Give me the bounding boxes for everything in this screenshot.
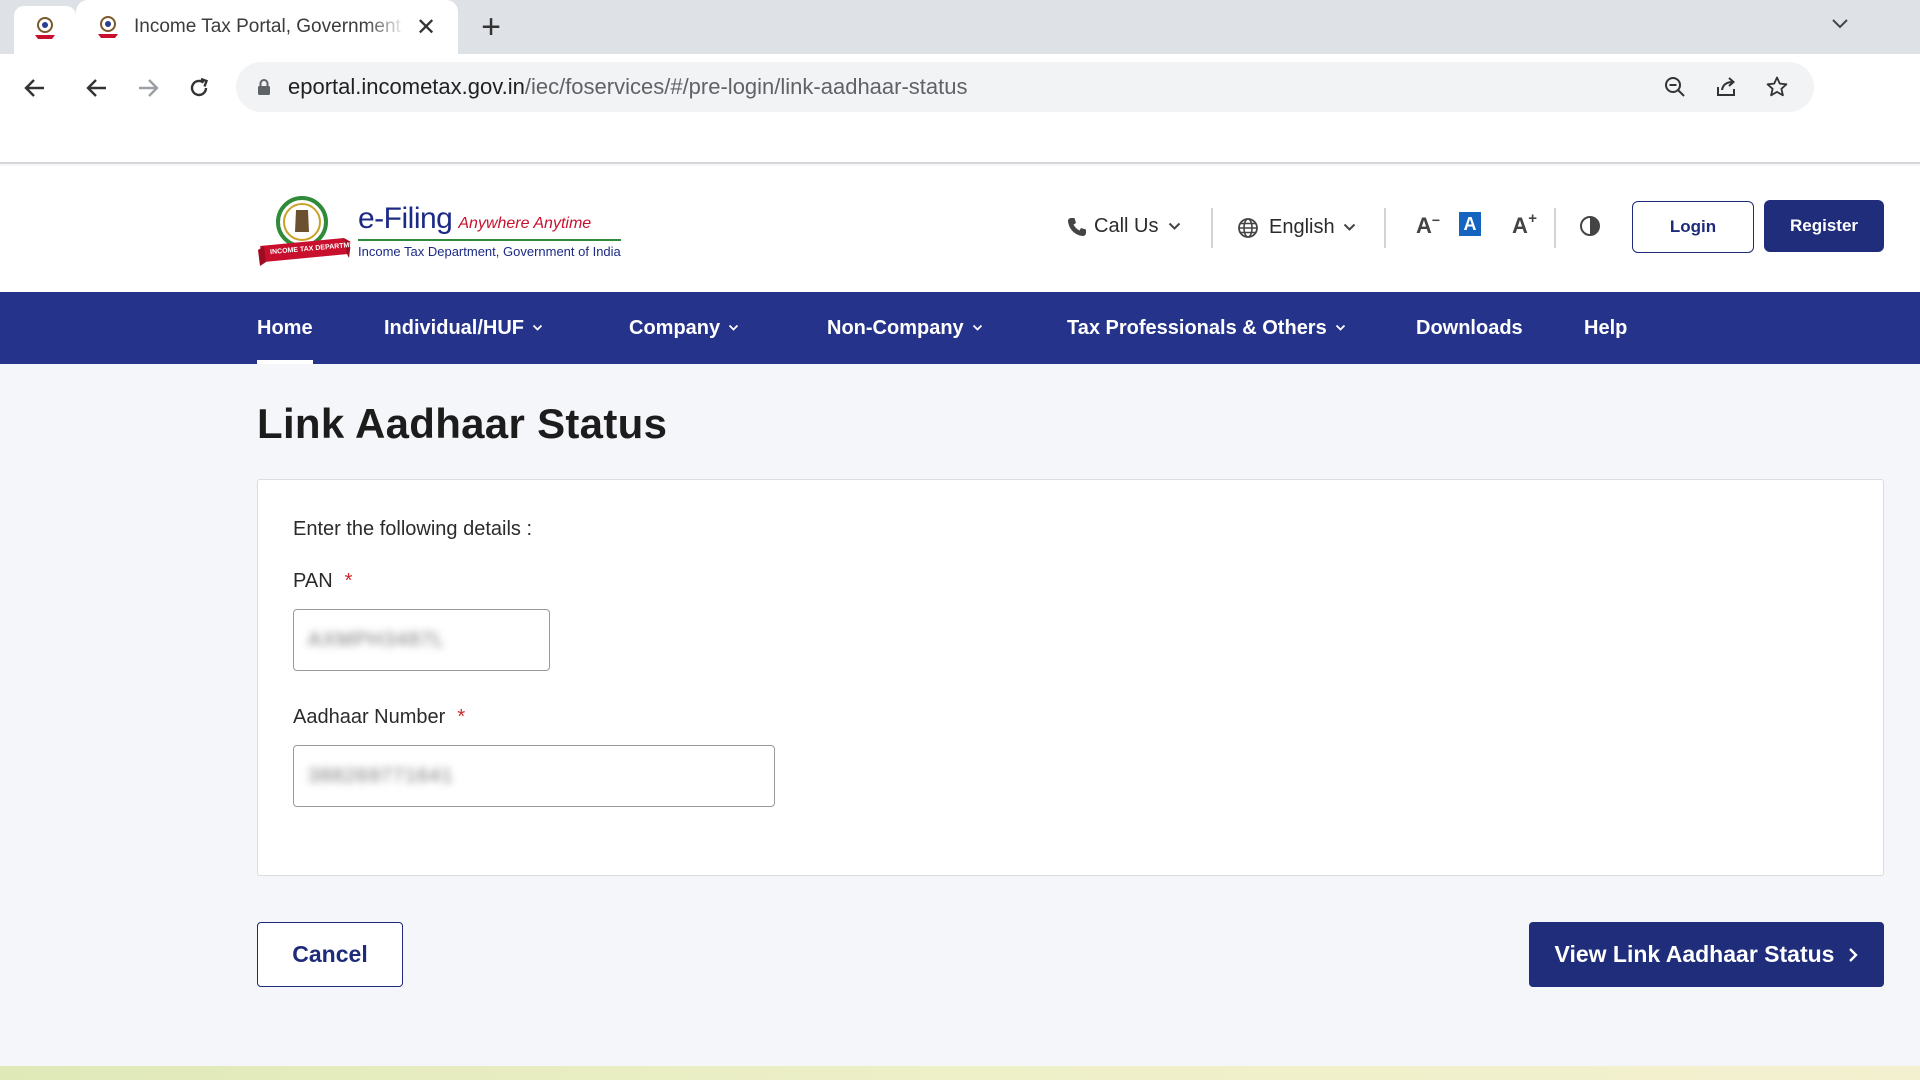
minus-icon: −: [1431, 212, 1440, 228]
header-divider: [1384, 208, 1386, 248]
pan-label: PAN *: [293, 570, 352, 593]
lock-icon[interactable]: [254, 76, 274, 98]
chevron-down-icon: [1343, 223, 1356, 232]
footer-strip: [0, 1066, 1920, 1080]
brand-text: e-Filing Anywhere Anytime Income Tax Dep…: [358, 202, 621, 259]
brand-title-row: e-Filing Anywhere Anytime: [358, 202, 621, 241]
pan-value: AXMPH3487L: [308, 628, 445, 651]
plus-icon: +: [1528, 210, 1537, 227]
font-increase-button[interactable]: A +: [1505, 210, 1537, 240]
nav-help-label: Help: [1584, 316, 1628, 339]
url-host: eportal.incometax.gov.in: [288, 74, 525, 99]
details-card: Enter the following details : PAN * AXMPH…: [257, 479, 1884, 876]
language-dropdown[interactable]: English: [1237, 216, 1356, 239]
brand-name: e-Filing: [358, 202, 453, 235]
font-decrease-button[interactable]: A −: [1410, 212, 1440, 240]
globe-icon: [1237, 217, 1259, 239]
pan-label-text: PAN: [293, 570, 333, 592]
nav-home-label: Home: [257, 316, 313, 339]
nav-company[interactable]: Company: [629, 292, 740, 364]
forward-button[interactable]: [126, 66, 170, 110]
url-path: /iec/foservices/#/pre-login/link-aadhaar…: [524, 74, 968, 99]
nav-non-company[interactable]: Non-Company: [827, 292, 984, 364]
view-link-aadhaar-status-button[interactable]: View Link Aadhaar Status: [1529, 922, 1884, 987]
close-tab-icon[interactable]: ✕: [412, 13, 440, 41]
tab-title: Income Tax Portal, Government of India: [134, 16, 406, 37]
bookmark-star-icon[interactable]: [1762, 72, 1792, 102]
contrast-icon: [1579, 215, 1601, 237]
font-increase-label: A: [1512, 213, 1528, 238]
brand-subtitle: Income Tax Department, Government of Ind…: [358, 244, 621, 259]
aadhaar-input[interactable]: 388269771641: [293, 745, 775, 807]
aadhaar-value: 388269771641: [308, 764, 454, 787]
back-arrow-icon[interactable]: [13, 66, 57, 110]
login-button[interactable]: Login: [1632, 201, 1754, 253]
required-marker: *: [344, 570, 353, 592]
new-tab-button[interactable]: +: [474, 8, 508, 46]
call-us-dropdown[interactable]: Call Us: [1066, 215, 1181, 238]
pan-input[interactable]: AXMPH3487L: [293, 609, 550, 671]
nav-tax-professionals[interactable]: Tax Professionals & Others: [1067, 292, 1347, 364]
address-bar[interactable]: eportal.incometax.gov.in/iec/foservices/…: [236, 62, 1814, 112]
chevron-down-icon: [972, 322, 984, 334]
chevron-down-icon: [1168, 222, 1181, 231]
language-label: English: [1269, 216, 1335, 238]
chevron-right-icon: [1848, 947, 1859, 963]
cancel-button[interactable]: Cancel: [257, 922, 403, 987]
view-button-label: View Link Aadhaar Status: [1554, 941, 1835, 967]
chevron-down-icon: [728, 322, 740, 334]
contrast-toggle[interactable]: [1578, 214, 1602, 238]
nav-downloads[interactable]: Downloads: [1416, 292, 1523, 364]
nav-help[interactable]: Help: [1584, 292, 1627, 364]
main-nav: Home Individual/HUF Company Non-Company …: [0, 292, 1920, 364]
required-marker: *: [457, 706, 466, 728]
active-indicator: [257, 360, 313, 364]
back-button[interactable]: [75, 66, 119, 110]
font-decrease-label: A: [1416, 213, 1432, 238]
aadhaar-label-text: Aadhaar Number: [293, 706, 446, 728]
emblem-logo-icon: INCOME TAX DEPARTMENT: [256, 192, 364, 270]
active-tab[interactable]: Income Tax Portal, Government of India ✕: [76, 0, 458, 54]
url-text: eportal.incometax.gov.in/iec/foservices/…: [288, 74, 968, 100]
header-divider: [1211, 208, 1213, 248]
page-title: Link Aadhaar Status: [257, 400, 668, 447]
nav-non-company-label: Non-Company: [827, 316, 964, 339]
browser-toolbar: eportal.incometax.gov.in/iec/foservices/…: [0, 54, 1920, 164]
share-icon[interactable]: [1711, 72, 1741, 102]
call-us-label: Call Us: [1094, 215, 1159, 237]
instructions-text: Enter the following details :: [293, 518, 533, 540]
site-header: INCOME TAX DEPARTMENT e-Filing Anywhere …: [0, 166, 1920, 292]
brand-tagline: Anywhere Anytime: [458, 215, 592, 232]
zoom-icon[interactable]: [1660, 72, 1690, 102]
font-default-label: A: [1463, 213, 1477, 234]
nav-home[interactable]: Home: [257, 292, 313, 364]
emblem-favicon-icon: [32, 15, 58, 46]
nav-company-label: Company: [629, 316, 721, 339]
aadhaar-label: Aadhaar Number *: [293, 706, 465, 729]
header-divider: [1554, 208, 1556, 248]
tab-search-chevron-icon[interactable]: [1826, 10, 1854, 38]
nav-tax-professionals-label: Tax Professionals & Others: [1067, 316, 1327, 339]
nav-individual-huf[interactable]: Individual/HUF: [384, 292, 544, 364]
browser-tab-strip: Income Tax Portal, Government of India ✕…: [0, 0, 1920, 54]
chevron-down-icon: [1335, 322, 1347, 334]
efiling-logo[interactable]: INCOME TAX DEPARTMENT e-Filing Anywhere …: [256, 192, 621, 272]
phone-icon: [1066, 216, 1088, 238]
reload-button[interactable]: [177, 66, 221, 110]
chevron-down-icon: [532, 322, 544, 334]
pinned-tab[interactable]: [14, 6, 76, 54]
register-button[interactable]: Register: [1764, 200, 1884, 252]
font-default-button[interactable]: A: [1459, 212, 1481, 236]
nav-downloads-label: Downloads: [1416, 316, 1523, 339]
emblem-favicon-icon: [94, 13, 122, 41]
nav-individual-label: Individual/HUF: [384, 316, 524, 339]
